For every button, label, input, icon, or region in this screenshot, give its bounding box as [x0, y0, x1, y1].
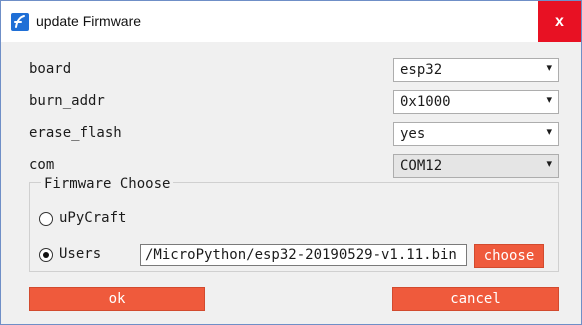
users-radio[interactable]: [39, 248, 53, 262]
burn-addr-value: 0x1000: [400, 94, 451, 110]
erase-flash-value: yes: [400, 126, 426, 142]
close-button[interactable]: x: [538, 1, 581, 42]
com-value: COM12: [400, 158, 443, 174]
chevron-down-icon: ▾: [546, 157, 552, 170]
burn-addr-row: burn_addr 0x1000 ▾: [29, 90, 559, 114]
board-select[interactable]: esp32 ▾: [393, 58, 559, 82]
choose-button[interactable]: choose: [474, 244, 544, 268]
com-select[interactable]: COM12 ▾: [393, 154, 559, 178]
chevron-down-icon: ▾: [546, 61, 552, 74]
board-label: board: [29, 61, 72, 77]
upycraft-radio[interactable]: [39, 212, 53, 226]
upycraft-label: uPyCraft: [59, 210, 127, 226]
erase-flash-label: erase_flash: [29, 125, 122, 141]
com-row: com COM12 ▾: [29, 154, 559, 178]
burn-addr-select[interactable]: 0x1000 ▾: [393, 90, 559, 114]
chevron-down-icon: ▾: [546, 93, 552, 106]
dialog-body: board esp32 ▾ burn_addr 0x1000 ▾ erase_f…: [1, 42, 581, 324]
title-bar: update Firmware x: [1, 1, 581, 42]
burn-addr-label: burn_addr: [29, 93, 105, 109]
erase-flash-select[interactable]: yes ▾: [393, 122, 559, 146]
board-value: esp32: [400, 62, 443, 78]
update-firmware-dialog: update Firmware x board esp32 ▾ burn_add…: [0, 0, 582, 325]
window-title: update Firmware: [36, 13, 142, 29]
firmware-path-input[interactable]: /MicroPython/esp32-20190529-v1.11.bin: [140, 244, 467, 266]
app-logo-icon: [11, 13, 29, 31]
board-row: board esp32 ▾: [29, 58, 559, 82]
ok-button[interactable]: ok: [29, 287, 205, 311]
radio-upycraft-row[interactable]: uPyCraft: [39, 208, 557, 232]
firmware-choose-legend: Firmware Choose: [41, 176, 174, 192]
users-label: Users: [59, 246, 102, 262]
cancel-button[interactable]: cancel: [392, 287, 559, 311]
com-label: com: [29, 157, 55, 173]
erase-flash-row: erase_flash yes ▾: [29, 122, 559, 146]
chevron-down-icon: ▾: [546, 125, 552, 138]
radio-users-row: Users /MicroPython/esp32-20190529-v1.11.…: [39, 244, 557, 268]
